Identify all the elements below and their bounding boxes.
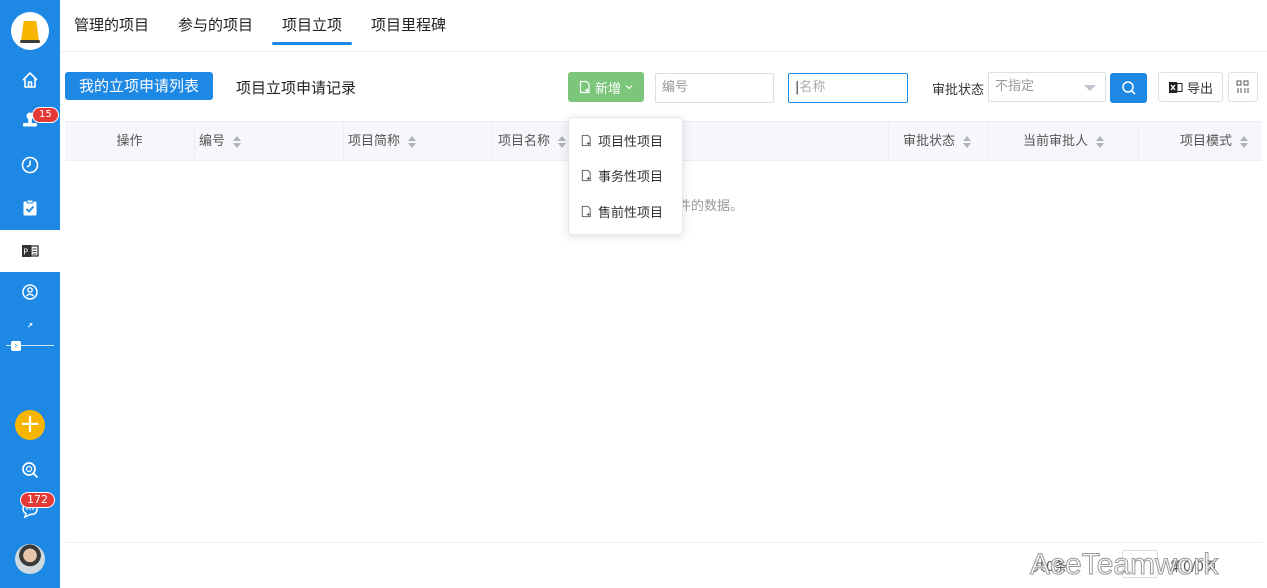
search-button[interactable]	[1110, 73, 1147, 103]
chevron-down-icon	[625, 85, 633, 90]
code-input[interactable]: 编号	[655, 73, 774, 103]
team-icon	[22, 284, 38, 300]
add-button[interactable]: +	[15, 410, 45, 440]
message-badge: 172	[20, 492, 55, 508]
new-doc-icon	[581, 134, 591, 147]
new-dropdown-menu: 项目性项目 事务性项目 售前性项目	[568, 117, 683, 235]
notification-badge: 15	[32, 107, 59, 123]
sort-icon[interactable]	[1096, 135, 1104, 148]
tab-project-initiation[interactable]: 项目立项	[282, 14, 342, 35]
sidebar-item-timesheet[interactable]	[0, 145, 60, 185]
approval-status-value: 不指定	[995, 79, 1035, 94]
clipboard-check-icon	[23, 199, 37, 216]
sort-icon[interactable]	[408, 135, 417, 148]
sidebar-item-search[interactable]	[0, 450, 60, 490]
new-button[interactable]: 新增	[568, 72, 644, 102]
name-input-placeholder: 名称	[799, 80, 826, 95]
sidebar: 15 P › + 172	[0, 0, 60, 588]
sidebar-item-team[interactable]	[0, 272, 60, 312]
menu-item-project-type[interactable]: 项目性项目	[580, 131, 663, 150]
table-bottom-border	[65, 542, 1262, 543]
expand-icon	[27, 323, 33, 328]
logo-base-shape	[20, 40, 40, 43]
project-icon: P	[22, 245, 39, 257]
active-tab-indicator	[272, 42, 352, 45]
search-icon	[1121, 81, 1136, 95]
sort-icon[interactable]	[1240, 135, 1248, 148]
column-header-label: 项目简称	[348, 134, 401, 149]
avatar[interactable]	[15, 544, 45, 574]
approval-status-label: 审批状态	[932, 83, 985, 98]
sidebar-collapse-handle[interactable]: ›	[11, 341, 21, 351]
excel-icon	[1168, 81, 1183, 93]
column-header-project-name[interactable]: 项目名称	[493, 122, 889, 161]
menu-item-label: 事务性项目	[598, 170, 664, 185]
column-header-label: 审批状态	[903, 134, 956, 149]
column-header-label: 项目名称	[498, 134, 551, 149]
tab-participated-projects[interactable]: 参与的项目	[178, 14, 253, 35]
new-doc-icon	[579, 80, 590, 94]
column-settings-button[interactable]	[1228, 72, 1258, 102]
export-button[interactable]: 导出	[1158, 72, 1223, 102]
empty-table-message: 件的数据。	[678, 199, 744, 214]
column-header-project-mode[interactable]: 项目模式	[1139, 122, 1262, 161]
sort-icon[interactable]	[963, 135, 972, 148]
sidebar-item-tasks[interactable]	[0, 188, 60, 228]
column-header-label: 当前审批人	[1022, 134, 1088, 149]
column-header-action: 操作	[65, 122, 195, 161]
svg-text:P: P	[23, 248, 28, 257]
menu-item-label: 项目性项目	[598, 135, 664, 150]
new-button-label: 新增	[594, 81, 621, 97]
column-header-short-name[interactable]: 项目简称	[344, 122, 493, 161]
app-logo[interactable]	[11, 12, 49, 50]
new-doc-icon	[581, 205, 591, 218]
name-input[interactable]: |名称	[788, 73, 908, 103]
approval-status-select[interactable]: 不指定	[988, 72, 1106, 102]
grid-icon	[1236, 80, 1249, 93]
menu-item-label: 售前性项目	[598, 206, 664, 221]
export-button-label: 导出	[1186, 81, 1213, 97]
column-header-code[interactable]: 编号	[195, 122, 344, 161]
menu-item-presales-type[interactable]: 售前性项目	[580, 202, 663, 221]
sidebar-item-more[interactable]	[0, 316, 60, 336]
watermark: AceTeamwork	[1029, 548, 1219, 582]
sidebar-item-home[interactable]	[0, 60, 60, 100]
menu-item-affair-type[interactable]: 事务性项目	[580, 166, 663, 185]
clock-icon	[21, 156, 39, 174]
sidebar-item-projects[interactable]: P	[0, 230, 60, 272]
tab-milestones[interactable]: 项目里程碑	[371, 14, 446, 35]
search-icon	[22, 462, 39, 479]
column-header-label: 项目模式	[1179, 134, 1232, 149]
logo-cup-shape	[21, 21, 39, 41]
tab-managed-projects[interactable]: 管理的项目	[74, 14, 149, 35]
sort-icon[interactable]	[558, 135, 567, 148]
tab-my-applications[interactable]: 我的立项申请列表	[65, 72, 213, 100]
new-doc-icon	[581, 169, 591, 182]
column-header-current-approver[interactable]: 当前审批人	[989, 122, 1139, 161]
tab-application-records[interactable]: 项目立项申请记录	[236, 77, 356, 98]
sort-icon[interactable]	[233, 135, 242, 148]
caret-down-icon	[1084, 85, 1096, 91]
home-icon	[22, 72, 38, 88]
column-header-approval-status[interactable]: 审批状态	[889, 122, 989, 161]
column-header-label: 编号	[199, 134, 226, 149]
column-header-label: 操作	[116, 134, 143, 149]
top-tab-bar: 管理的项目 参与的项目 项目立项 项目里程碑	[60, 0, 1267, 52]
